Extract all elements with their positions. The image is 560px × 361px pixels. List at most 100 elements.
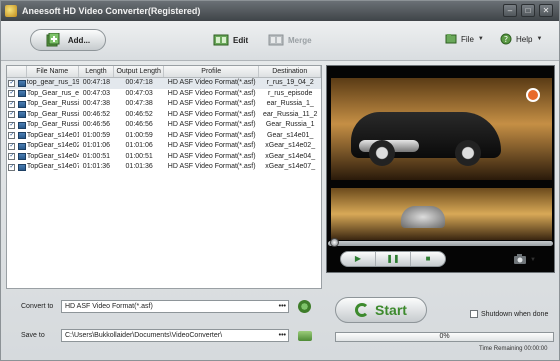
merge-button[interactable]: Merge <box>268 33 312 47</box>
row-destination: r_rus_episode <box>268 89 313 97</box>
row-checkbox[interactable]: ✓ <box>7 131 17 142</box>
file-list: File Name Length Output Length Profile D… <box>6 65 322 289</box>
list-rows: ✓ top_gear_rus_19 00:47:18 00:47:18 HD ASF V… <box>7 78 321 173</box>
table-row[interactable]: ✓ Top_Gear_Russi 00:47:38 00:47:38 HD ASF Vi… <box>7 99 321 110</box>
save-to-value: C:\Users\Bukkollaider\Documents\VideoCon… <box>65 332 223 339</box>
header-length[interactable]: Length <box>79 66 115 77</box>
progress-bar: 0% <box>335 332 554 342</box>
row-checkbox[interactable]: ✓ <box>7 152 17 163</box>
pause-button[interactable]: ❚❚ <box>376 252 411 266</box>
header-output-length[interactable]: Output Length <box>114 66 165 77</box>
table-row[interactable]: ✓ TopGear_s14e01 01:00:59 01:00:59 HD ASF Vi… <box>7 131 321 142</box>
row-profile[interactable]: HD ASF Video Format(*.asf) <box>164 162 259 173</box>
gear-icon[interactable] <box>298 300 311 313</box>
title-bar: Aneesoft HD Video Converter(Registered) … <box>1 1 559 21</box>
save-browse-dots[interactable]: ••• <box>279 330 286 341</box>
preview-frame-bottom <box>331 188 552 240</box>
row-output-length: 01:00:59 <box>125 131 153 139</box>
list-header: File Name Length Output Length Profile D… <box>7 66 322 78</box>
help-menu[interactable]: ? Help ▼ <box>500 33 542 45</box>
seek-bar[interactable] <box>328 238 553 247</box>
table-row[interactable]: ✓ TopGear_s14e07 01:01:36 01:01:36 HD ASF Vi… <box>7 162 321 173</box>
row-profile[interactable]: HD ASF Video Format(*.asf) <box>164 120 259 131</box>
convert-to-field[interactable]: HD ASF Video Format(*.asf) ••• <box>61 300 289 313</box>
video-file-icon <box>17 89 27 100</box>
table-row[interactable]: ✓ Top_Gear_Russi 00:46:56 00:46:56 HD ASF Vi… <box>7 120 321 131</box>
header-profile[interactable]: Profile <box>164 66 260 77</box>
row-length: 01:01:06 <box>82 142 111 149</box>
row-profile[interactable]: HD ASF Video Format(*.asf) <box>164 131 259 142</box>
save-to-label: Save to <box>21 332 45 339</box>
row-length: 00:47:03 <box>82 89 111 97</box>
camera-icon <box>514 254 526 264</box>
row-checkbox[interactable]: ✓ <box>7 99 17 110</box>
check-icon[interactable]: ✓ <box>8 90 16 98</box>
shutdown-checkbox-box[interactable] <box>470 310 478 318</box>
row-length: 01:01:36 <box>82 163 111 170</box>
row-file-name: TopGear_s14e01 <box>26 131 79 139</box>
start-button[interactable]: Start <box>335 297 427 323</box>
record-icon <box>526 88 540 102</box>
minimize-button[interactable]: – <box>503 4 517 17</box>
row-output-length: 01:01:36 <box>125 163 153 170</box>
preview-road-image <box>401 206 445 228</box>
check-icon[interactable]: ✓ <box>8 142 16 150</box>
header-file-name[interactable]: File Name <box>27 66 79 77</box>
folder-icon[interactable] <box>298 331 312 341</box>
file-menu[interactable]: File ▼ <box>445 33 484 45</box>
row-destination: xGear_s14e07_ <box>265 163 316 170</box>
table-row[interactable]: ✓ Top_Gear_rus_e 00:47:03 00:47:03 HD ASF Vi… <box>7 89 321 100</box>
row-profile[interactable]: HD ASF Video Format(*.asf) <box>164 110 259 121</box>
edit-button[interactable]: Edit <box>213 33 248 47</box>
check-icon[interactable]: ✓ <box>8 153 16 161</box>
convert-browse-dots[interactable]: ••• <box>279 301 286 312</box>
header-destination[interactable]: Destination <box>259 66 322 77</box>
convert-to-label: Convert to <box>21 303 54 310</box>
row-checkbox[interactable]: ✓ <box>7 89 17 100</box>
file-label: File <box>461 34 474 44</box>
row-destination: xGear_s14e04_ <box>265 152 316 160</box>
row-profile[interactable]: HD ASF Video Format(*.asf) <box>164 141 259 152</box>
check-icon[interactable]: ✓ <box>8 163 16 171</box>
row-profile[interactable]: HD ASF Video Format(*.asf) <box>164 152 259 163</box>
check-icon[interactable]: ✓ <box>8 100 16 108</box>
seek-handle[interactable] <box>330 238 339 247</box>
check-icon[interactable]: ✓ <box>8 111 16 119</box>
table-row[interactable]: ✓ TopGear_s14e02 01:01:06 01:01:06 HD ASF Vi… <box>7 141 321 152</box>
header-select-column <box>7 66 27 77</box>
row-checkbox[interactable]: ✓ <box>7 162 17 173</box>
table-row[interactable]: ✓ Top_Gear_Russi 00:46:52 00:46:52 HD ASF Vi… <box>7 110 321 121</box>
row-checkbox[interactable]: ✓ <box>7 110 17 121</box>
table-row[interactable]: ✓ top_gear_rus_19 00:47:18 00:47:18 HD ASF V… <box>7 78 321 89</box>
shutdown-checkbox[interactable]: Shutdown when done <box>470 310 548 318</box>
window-controls: – □ ✕ <box>503 4 553 17</box>
row-profile[interactable]: HD ASF Video Format(*.asf) <box>164 78 259 89</box>
window-title: Aneesoft HD Video Converter(Registered) <box>22 6 201 16</box>
row-file-name: Top_Gear_Russi <box>26 100 79 107</box>
snapshot-button[interactable]: ▼ <box>513 254 536 265</box>
check-icon[interactable]: ✓ <box>8 121 16 129</box>
edit-icon <box>213 34 229 46</box>
close-button[interactable]: ✕ <box>539 4 553 17</box>
check-icon[interactable]: ✓ <box>8 79 16 87</box>
playback-controls: ▶ ❚❚ ■ <box>340 251 446 267</box>
row-checkbox[interactable]: ✓ <box>7 120 17 131</box>
maximize-button[interactable]: □ <box>521 4 535 17</box>
video-file-icon <box>17 162 27 173</box>
help-icon: ? <box>500 33 512 45</box>
table-row[interactable]: ✓ TopGear_s14e04 01:00:51 01:00:51 HD ASF Vi… <box>7 152 321 163</box>
row-length: 01:00:59 <box>82 131 111 139</box>
row-checkbox[interactable]: ✓ <box>7 141 17 152</box>
time-remaining: Time Remaining 00:00:00 <box>479 346 548 352</box>
play-button[interactable]: ▶ <box>341 252 376 266</box>
row-profile[interactable]: HD ASF Video Format(*.asf) <box>164 89 259 100</box>
check-icon[interactable]: ✓ <box>8 132 16 140</box>
row-checkbox[interactable]: ✓ <box>7 78 17 89</box>
row-profile[interactable]: HD ASF Video Format(*.asf) <box>164 99 259 110</box>
progress-text: 0% <box>439 333 450 340</box>
stop-button[interactable]: ■ <box>411 252 445 266</box>
add-button[interactable]: Add... <box>30 29 106 51</box>
row-destination: r_rus_19_04_2 <box>266 79 314 86</box>
video-file-icon <box>17 141 27 152</box>
save-to-field[interactable]: C:\Users\Bukkollaider\Documents\VideoCon… <box>61 329 289 342</box>
